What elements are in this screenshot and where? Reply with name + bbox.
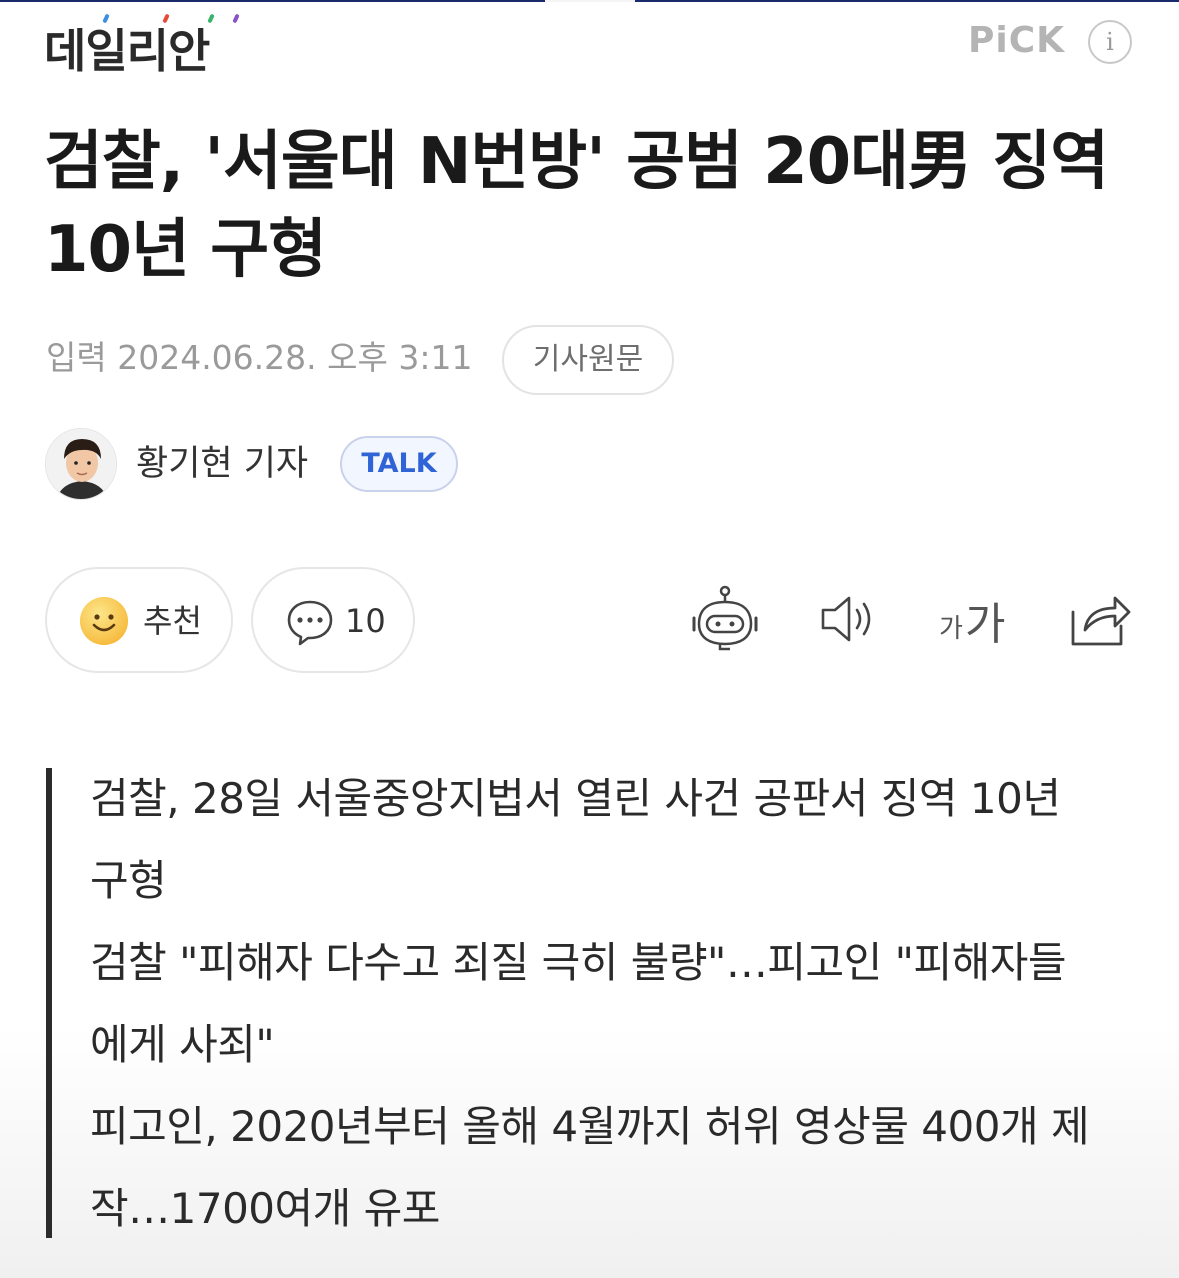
comment-button[interactable]: 10 xyxy=(251,567,415,673)
robot-icon[interactable] xyxy=(690,584,760,654)
original-article-button[interactable]: 기사원문 xyxy=(502,325,674,395)
summary-line: 검찰, 28일 서울중앙지법서 열린 사건 공판서 징역 10년 구형 xyxy=(90,774,1061,905)
reporter-avatar[interactable] xyxy=(45,428,117,500)
recommend-label: 추천 xyxy=(143,602,202,640)
font-size-button[interactable]: 가 가 xyxy=(935,584,1015,654)
recommend-button[interactable]: 추천 xyxy=(45,567,233,673)
avatar-image xyxy=(46,429,116,499)
summary-line: 피고인, 2020년부터 올해 4월까지 허위 영상물 400개 제작…1700… xyxy=(90,1102,1090,1233)
share-icon[interactable] xyxy=(1065,584,1135,654)
font-size-small-glyph: 가 xyxy=(939,614,963,644)
summary-line: 검찰 "피해자 다수고 죄질 극히 불량"…피고인 "피해자들에게 사죄" xyxy=(90,938,1067,1069)
article-summary: 검찰, 28일 서울중앙지법서 열린 사건 공판서 징역 10년 구형 검찰 "… xyxy=(90,758,1090,1250)
font-size-large-glyph: 가 xyxy=(965,599,1006,650)
speaker-icon[interactable] xyxy=(815,584,885,654)
article-page: 데일리안 PiCK i 검찰, '서울대 N번방' 공범 20대男 징역 10년… xyxy=(0,0,1179,1278)
comment-icon xyxy=(287,600,333,646)
summary-quote-bar xyxy=(46,768,52,1238)
logo-text: 데일리안 xyxy=(44,24,210,78)
talk-button[interactable]: TALK xyxy=(340,436,458,492)
top-accent-line xyxy=(0,0,1179,2)
comment-count: 10 xyxy=(345,602,386,640)
publish-date: 입력 2024.06.28. 오후 3:11 xyxy=(46,338,473,377)
article-title: 검찰, '서울대 N번방' 공범 20대男 징역 10년 구형 xyxy=(44,125,1109,287)
info-button[interactable]: i xyxy=(1088,20,1132,64)
pick-label: PiCK xyxy=(968,20,1066,61)
smiley-icon xyxy=(80,597,128,645)
reporter-name[interactable]: 황기현 기자 xyxy=(136,440,308,488)
